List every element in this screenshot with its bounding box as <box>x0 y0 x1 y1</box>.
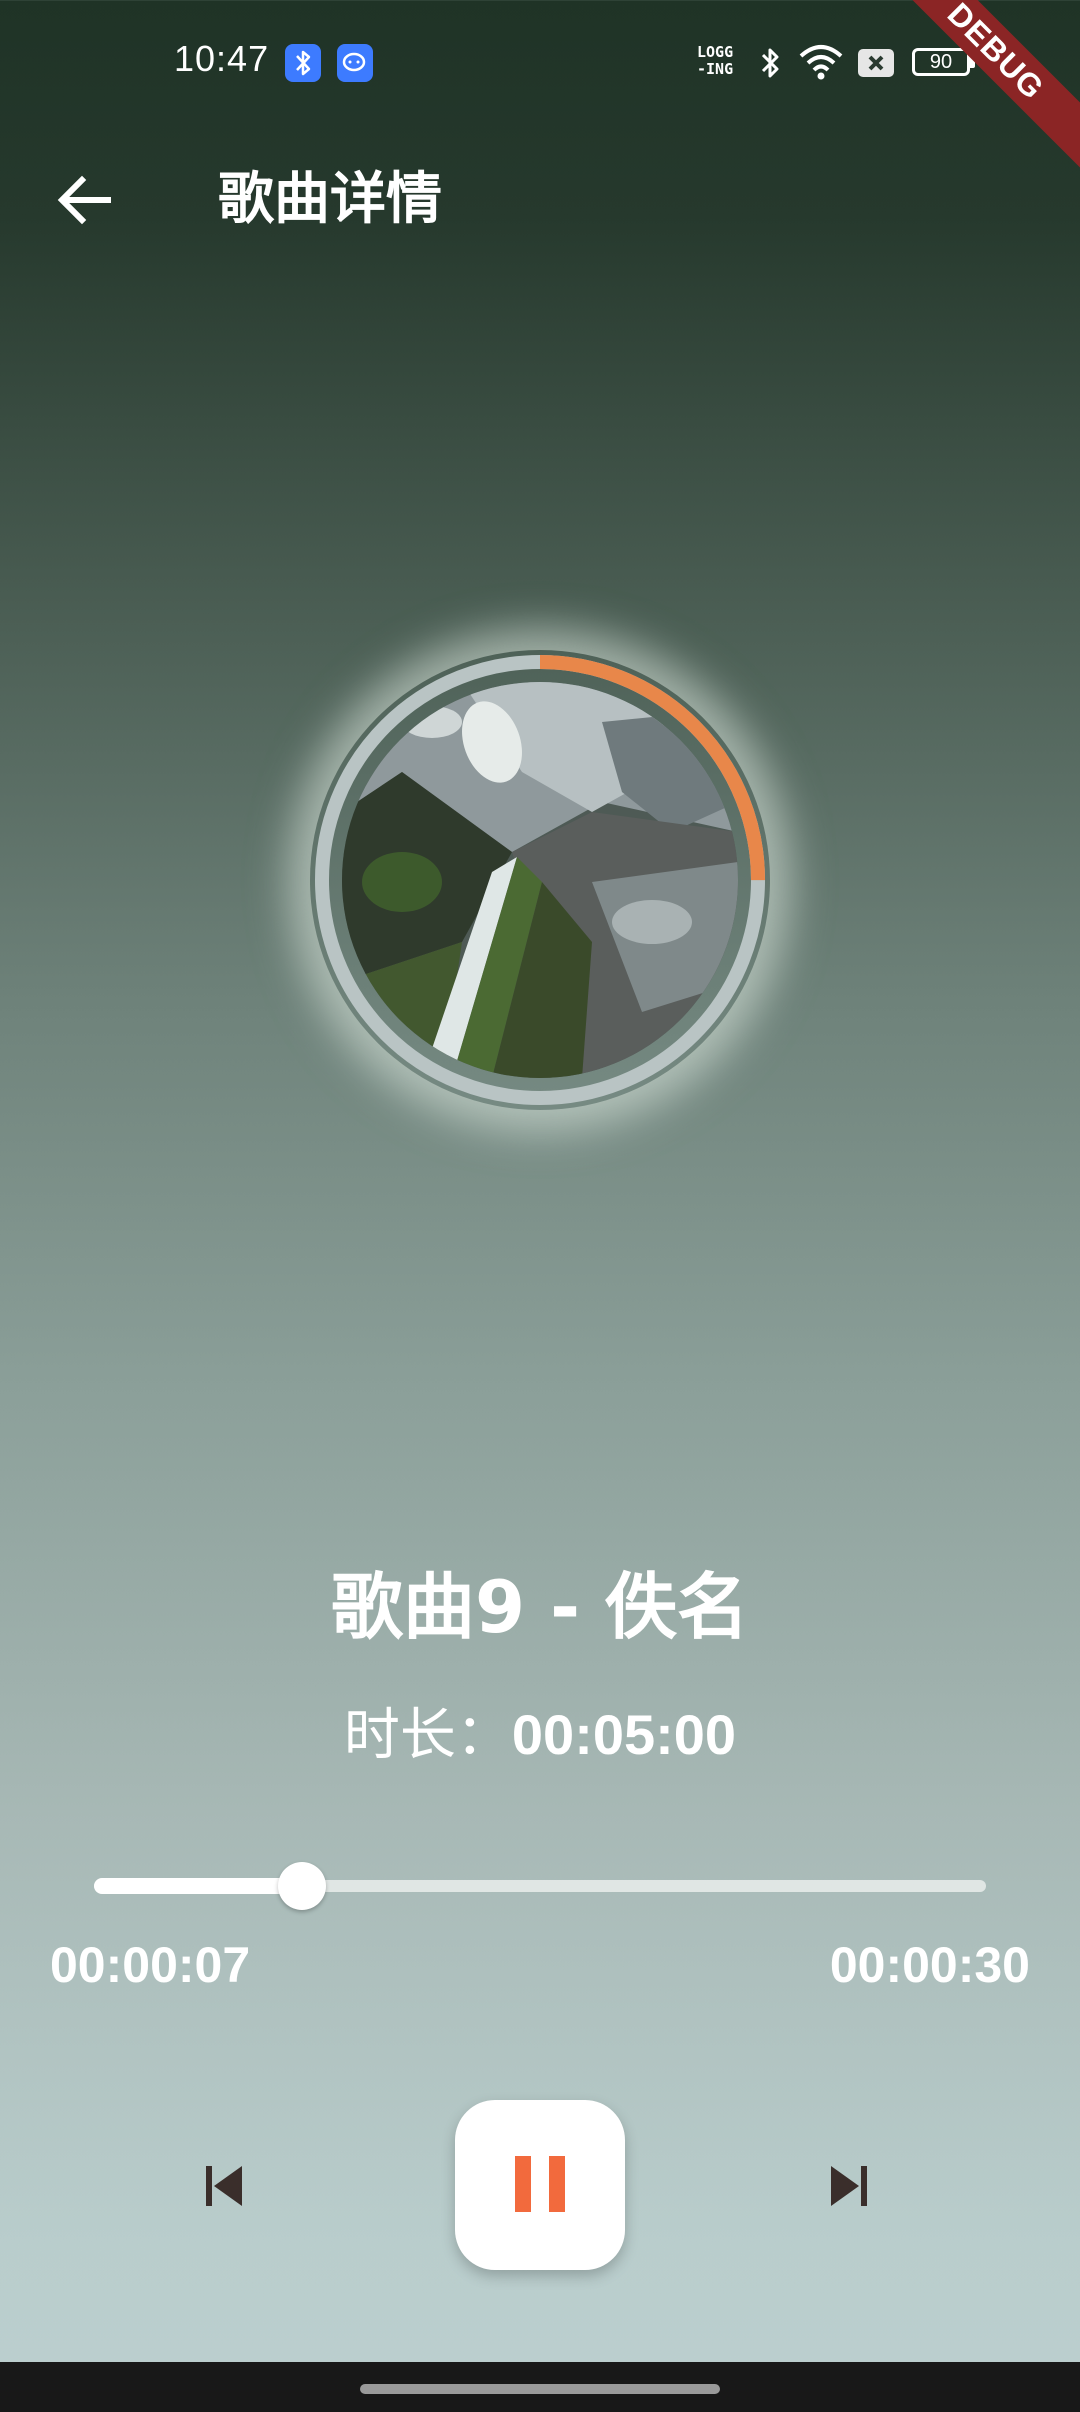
sim-blocked-icon <box>858 49 894 77</box>
chat-app-icon <box>337 44 373 82</box>
skip-previous-icon <box>206 2166 242 2206</box>
playback-controls <box>0 2100 1080 2270</box>
song-duration: 时长：00:05:00 <box>0 1690 1080 1771</box>
system-nav-bar <box>0 2362 1080 2412</box>
status-bar: 10:47 LOGG -ING 90 <box>0 0 1080 126</box>
home-gesture-handle[interactable] <box>360 2384 720 2394</box>
album-cover <box>342 682 738 1078</box>
current-position: 00:00:07 <box>50 1937 251 1993</box>
album-cover-image <box>342 682 738 1078</box>
bluetooth-icon <box>761 48 779 78</box>
duration-label: 时长： <box>343 1703 512 1768</box>
back-button[interactable] <box>36 148 132 244</box>
album-disc <box>290 630 790 1130</box>
next-button[interactable] <box>807 2140 897 2230</box>
pause-icon <box>515 2156 565 2212</box>
slider-active-track <box>94 1878 302 1894</box>
wifi-icon <box>799 45 843 80</box>
total-duration: 00:00:30 <box>829 1937 1030 1993</box>
status-time: 10:47 <box>174 38 270 79</box>
bluetooth-app-icon <box>285 44 321 82</box>
arrow-left-icon <box>57 175 111 225</box>
pause-button[interactable] <box>455 2100 625 2270</box>
battery-icon: 90 <box>912 48 970 76</box>
logging-indicator: LOGG -ING <box>697 44 745 78</box>
skip-next-icon <box>831 2166 867 2206</box>
slider-thumb[interactable] <box>277 1862 326 1910</box>
song-title: 歌曲9 - 佚名 <box>330 1565 750 1649</box>
progress-slider[interactable] <box>94 1862 986 1910</box>
app-bar: 歌曲详情 <box>0 126 1080 232</box>
logging-label: LOGG -ING <box>697 43 734 78</box>
page-title: 歌曲详情 <box>218 167 442 232</box>
previous-button[interactable] <box>182 2140 272 2230</box>
duration-value: 00:05:00 <box>511 1703 737 1766</box>
